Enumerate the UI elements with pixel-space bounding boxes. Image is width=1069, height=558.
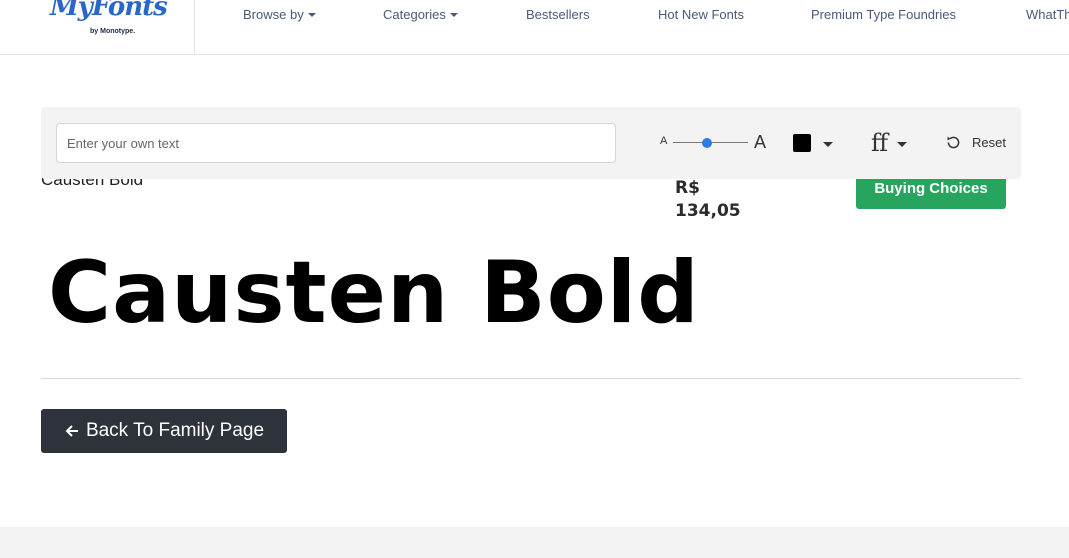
buying-choices-label: Buying Choices [874,179,988,197]
back-button-label: Back To Family Page [85,420,265,441]
nav-categories[interactable]: Categories [383,7,458,22]
nav-label: Bestsellers [526,7,590,22]
color-dropdown-icon[interactable] [823,142,833,147]
logo[interactable]: MyFonts by Monotype. [0,0,195,54]
price-currency: R$ [675,178,700,198]
size-large-label: A [754,132,767,152]
footer [0,527,1069,558]
font-size-slider-handle[interactable] [702,138,712,148]
font-features-icon[interactable]: ff [871,129,888,157]
nav-hot-new-fonts[interactable]: Hot New Fonts [658,7,744,22]
divider [41,378,1021,379]
nav-label: WhatTh [1026,7,1069,22]
price-value: 134,05 [675,201,741,221]
nav-browse-by[interactable]: Browse by [243,7,316,22]
price: R$ 134,05 [675,177,755,223]
reset-icon[interactable] [945,134,962,151]
site-header: MyFonts by Monotype. Browse by Categorie… [0,0,1069,55]
nav-label: Hot New Fonts [658,7,744,22]
caret-down-icon [449,12,458,17]
nav-label: Browse by [243,7,304,22]
nav-premium-type-foundries[interactable]: Premium Type Foundries [811,7,956,22]
nav-label: Categories [383,7,446,22]
type-tester-toolbar: A A ff Reset [41,107,1021,179]
caret-down-icon [307,12,316,17]
nav-whattheFont[interactable]: WhatTh [1026,7,1069,22]
custom-text-input[interactable] [56,123,616,163]
nav-label: Premium Type Foundries [811,7,956,22]
color-picker-swatch[interactable] [793,134,811,152]
page: MyFonts by Monotype. Browse by Categorie… [0,0,1069,558]
nav-bestsellers[interactable]: Bestsellers [526,7,590,22]
logo-subtitle: by Monotype. [90,28,136,35]
font-preview-text: Causten Bold [48,243,700,343]
logo-text: MyFonts [50,0,168,22]
back-to-family-button[interactable]: Back To Family Page [41,409,287,453]
reset-button[interactable]: Reset [972,135,1006,150]
arrow-left-icon [65,425,78,437]
features-dropdown-icon[interactable] [897,142,907,147]
size-small-label: A [660,135,668,147]
